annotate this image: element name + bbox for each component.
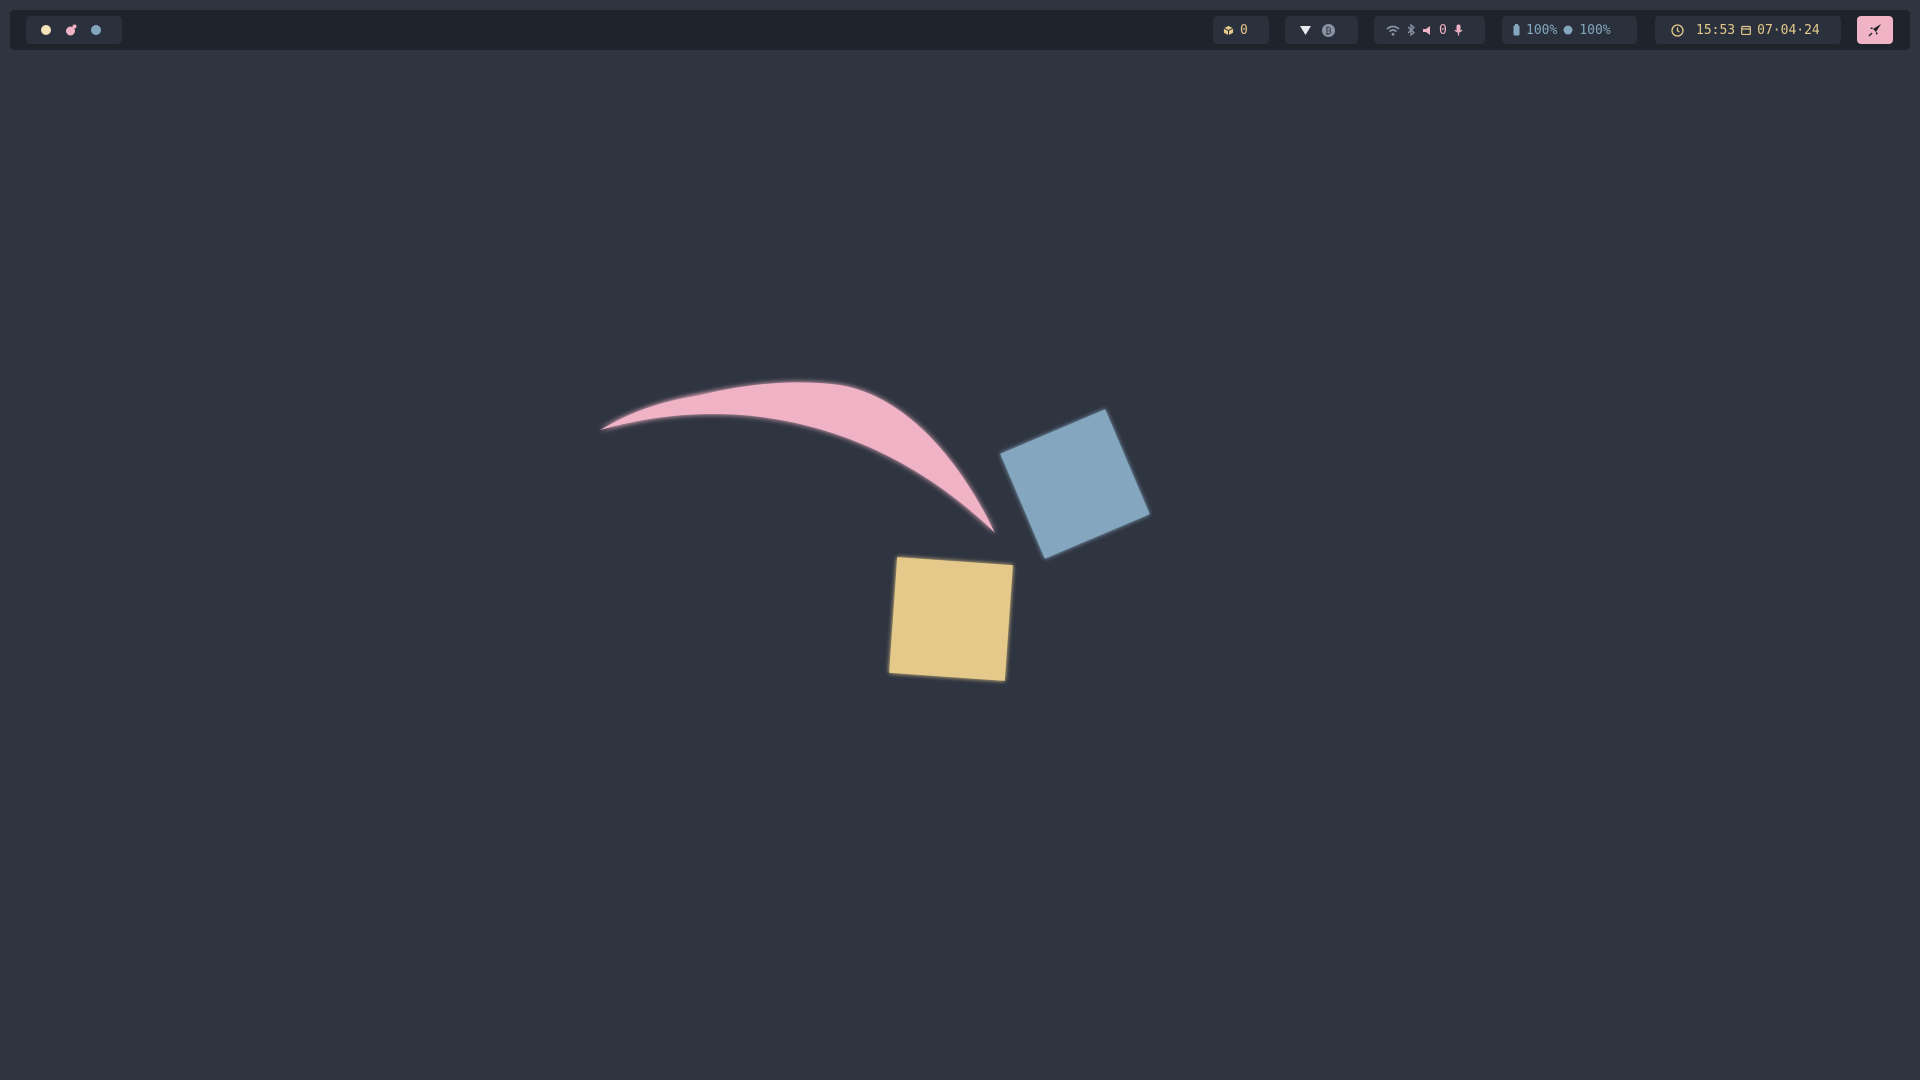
calendar-icon [1741, 25, 1752, 35]
bluetooth-icon[interactable] [1407, 24, 1415, 36]
bitcoin-icon[interactable]: ₿ [1322, 23, 1335, 37]
battery-primary: 100% [1526, 22, 1558, 38]
tray-module: ₿ [1285, 16, 1358, 44]
workspace-3-dot[interactable] [91, 25, 101, 35]
circle-icon [1563, 25, 1573, 35]
rocket-icon [1868, 23, 1882, 37]
yellow-square-shape [889, 557, 1013, 681]
connectivity-module: 0 [1374, 16, 1485, 44]
package-icon [1223, 25, 1234, 36]
updates-module[interactable]: 0 [1213, 16, 1269, 44]
launcher-button[interactable] [1857, 16, 1893, 44]
clock-time: 15:53 [1696, 22, 1736, 38]
svg-text:₿: ₿ [1325, 25, 1332, 36]
wifi-icon[interactable] [1386, 25, 1400, 36]
battery-icon [1513, 24, 1520, 36]
battery-module: 100% 100% [1502, 16, 1637, 44]
updates-count: 0 [1240, 22, 1248, 38]
clock-date: 07·04·24 [1757, 22, 1820, 38]
wallpaper [600, 382, 1150, 681]
microphone-icon[interactable] [1454, 24, 1463, 36]
volume-level: 0 [1439, 22, 1447, 38]
vpn-icon[interactable] [1299, 25, 1312, 36]
clock-icon [1671, 23, 1684, 37]
workspace-1-dot[interactable] [41, 25, 51, 35]
volume-icon[interactable] [1422, 25, 1432, 36]
top-bar: 0 ₿ 0 100% 100% 15:53 07·04·24 [10, 10, 1910, 50]
clock-module[interactable]: 15:53 07·04·24 [1655, 16, 1841, 44]
workspace-2-icon[interactable] [65, 24, 77, 36]
workspaces [26, 16, 122, 44]
blue-square-shape [1000, 409, 1150, 559]
battery-secondary: 100% [1579, 22, 1611, 38]
